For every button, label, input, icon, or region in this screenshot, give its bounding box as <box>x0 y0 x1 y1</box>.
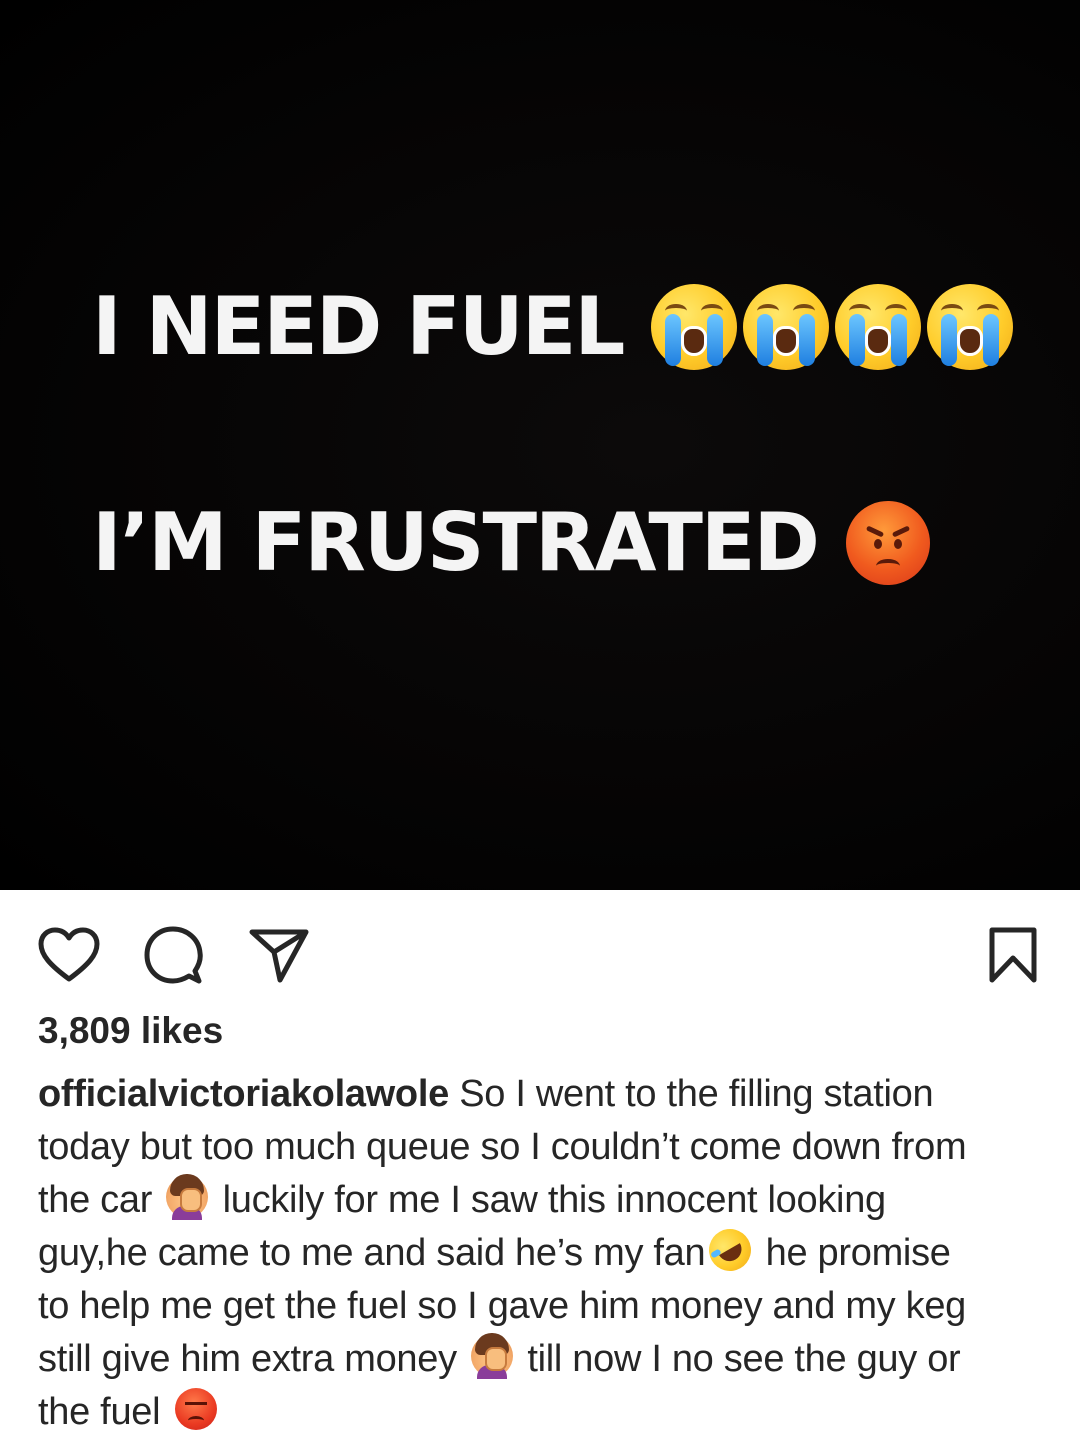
post-image[interactable]: I NEED FUEL I’M FRUSTRATED <box>0 0 1080 890</box>
caption-text: the fuel <box>38 1391 161 1433</box>
caption-text: till now I no see the guy or <box>527 1338 961 1380</box>
bookmark-icon[interactable] <box>978 920 1048 990</box>
image-text-line-2: I’M FRUSTRATED <box>92 496 930 589</box>
caption-line-6: still give him extra money till now I no… <box>38 1333 1058 1386</box>
caption-line-7: the fuel <box>38 1386 1058 1439</box>
image-text-frustrated: I’M FRUSTRATED <box>92 496 820 589</box>
image-text-need-fuel: I NEED FUEL <box>92 280 625 373</box>
caption-text: still give him extra money <box>38 1338 457 1380</box>
caption-username[interactable]: officialvictoriakolawole <box>38 1073 449 1115</box>
woman-facepalming-icon <box>166 1174 209 1220</box>
caption-line-1: officialvictoriakolawole So I went to th… <box>38 1068 1058 1121</box>
post-caption: officialvictoriakolawole So I went to th… <box>38 1068 1058 1439</box>
loudly-crying-face-icon <box>651 283 738 370</box>
caption-line-5: to help me get the fuel so I gave him mo… <box>38 1285 966 1327</box>
pouting-face-icon <box>174 1388 217 1430</box>
rolling-on-the-floor-laughing-icon <box>701 1221 760 1279</box>
heart-icon[interactable] <box>34 920 104 990</box>
caption-text: he promise <box>765 1232 951 1274</box>
image-text-line-1: I NEED FUEL <box>92 280 1019 373</box>
comment-bubble-icon[interactable] <box>138 920 208 990</box>
caption-line-2: today but too much queue so I couldn’t c… <box>38 1126 967 1168</box>
caption-text: the car <box>38 1179 153 1221</box>
loudly-crying-face-icon <box>927 283 1014 370</box>
paper-plane-icon[interactable] <box>244 920 314 990</box>
likes-count[interactable]: 3,809 likes <box>38 1010 223 1052</box>
caption-line-4: guy,he came to me and said he’s my fan h… <box>38 1221 1058 1280</box>
woman-facepalming-icon <box>471 1333 514 1379</box>
loudly-crying-face-icon <box>835 283 922 370</box>
caption-line-3: the car luckily for me I saw this innoce… <box>38 1174 1058 1227</box>
loudly-crying-face-icon <box>743 283 830 370</box>
angry-face-icon <box>845 500 930 585</box>
caption-text: So I went to the filling station <box>448 1073 934 1115</box>
caption-text: luckily for me I saw this innocent looki… <box>222 1179 887 1221</box>
post-action-bar <box>0 890 1080 1010</box>
caption-text: guy,he came to me and said he’s my fan <box>38 1232 706 1274</box>
